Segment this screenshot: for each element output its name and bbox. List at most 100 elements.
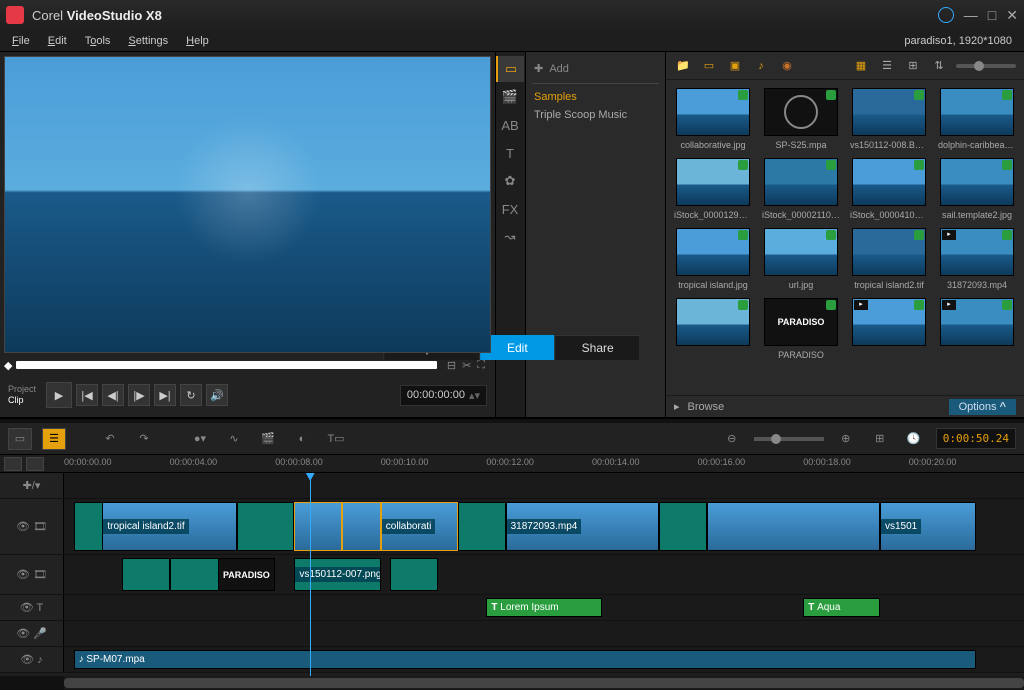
sort-order-icon[interactable]: ⇅ (930, 58, 948, 74)
options-button[interactable]: Options ^ (949, 399, 1016, 415)
title-track-lane[interactable]: T Lorem Ipsum T Aqua (64, 595, 1024, 620)
timeline-mode-button[interactable]: ☰ (42, 428, 66, 450)
preview-timecode[interactable]: 00:00:00:00▴▾ (400, 385, 487, 406)
timeline-clip[interactable]: vs150112-007.png (294, 558, 380, 591)
library-item[interactable]: iStock_000021104321... (762, 158, 840, 220)
show-video-icon[interactable]: ▭ (700, 58, 718, 74)
menu-tools[interactable]: Tools (85, 35, 111, 47)
mixer-button[interactable]: ∿ (222, 428, 246, 450)
voice-track-lane[interactable] (64, 621, 1024, 646)
library-item[interactable]: SP-S25.mpa (762, 88, 840, 150)
timeline-clip[interactable] (237, 502, 295, 551)
go-end-button[interactable]: ▶| (154, 384, 176, 406)
zoom-slider[interactable] (754, 437, 824, 441)
overlay-track-head[interactable]: 👁 🎞 (0, 555, 64, 594)
library-item[interactable]: vs150112-008.BMP (850, 88, 928, 150)
video-track-head[interactable]: 👁 🎞 (0, 499, 64, 554)
timeline-clip[interactable]: T Aqua (803, 598, 880, 617)
timeline-clip[interactable] (294, 502, 342, 551)
video-track-lane[interactable]: tropical island2.tif collaborati 31872093.… (64, 499, 1024, 554)
menu-settings[interactable]: Settings (128, 35, 168, 47)
timeline-clip[interactable] (659, 502, 707, 551)
show-photo-icon[interactable]: ▣ (726, 58, 744, 74)
timeline-clip[interactable]: tropical island2.tif (102, 502, 236, 551)
cut-icon[interactable]: ✂ (462, 359, 471, 372)
track-misc-head[interactable]: ✚/▾ (0, 473, 64, 498)
timeline-clip[interactable] (458, 502, 506, 551)
redo-button[interactable]: ↷ (132, 428, 156, 450)
record-button[interactable]: ●▾ (188, 428, 212, 450)
import-icon[interactable]: 📁 (674, 58, 692, 74)
library-item[interactable]: url.jpg (762, 228, 840, 290)
auto-music-button[interactable]: 🎬 (256, 428, 280, 450)
tab-share[interactable]: Share (555, 335, 641, 360)
trackmask-button[interactable]: ◐ (290, 428, 314, 450)
menu-file[interactable]: File (12, 35, 30, 47)
library-item[interactable]: ▸31872093.mp4 (938, 228, 1016, 290)
undo-button[interactable]: ↶ (98, 428, 122, 450)
library-item[interactable]: PARADISOPARADISO (762, 298, 840, 360)
view-list-icon[interactable]: ☰ (878, 58, 896, 74)
playhead[interactable] (310, 473, 311, 676)
library-item[interactable]: iStock_000012963183... (674, 158, 752, 220)
volume-button[interactable]: 🔊 (206, 384, 228, 406)
ruler-toggle2[interactable] (26, 457, 44, 471)
timeline-clip[interactable]: 31872093.mp4 (506, 502, 660, 551)
repeat-button[interactable]: ↻ (180, 384, 202, 406)
timeline-clip[interactable]: collaborati (381, 502, 458, 551)
browse-button[interactable]: Browse (688, 401, 725, 413)
library-item[interactable]: tropical island.jpg (674, 228, 752, 290)
library-item[interactable]: dolphin-caribbean-cruis... (938, 88, 1016, 150)
minimize-button[interactable]: — (964, 7, 978, 23)
thumb-size-slider[interactable] (956, 64, 1016, 68)
timeline-clip[interactable] (342, 502, 380, 551)
ruler-toggle1[interactable] (4, 457, 22, 471)
timeline-clip[interactable]: PARADISO (218, 558, 276, 591)
library-item[interactable]: tropical island2.tif (850, 228, 928, 290)
sort-icon[interactable]: ⊞ (904, 58, 922, 74)
storyboard-mode-button[interactable]: ▭ (8, 428, 32, 450)
zoom-out-button[interactable]: ⊖ (720, 428, 744, 450)
prev-frame-button[interactable]: ◀| (102, 384, 124, 406)
title-track-head[interactable]: 👁 T (0, 595, 64, 620)
music-track-head[interactable]: 👁 ♪ (0, 647, 64, 672)
maximize-button[interactable]: □ (988, 7, 996, 23)
show-free-icon[interactable]: ◉ (778, 58, 796, 74)
menu-help[interactable]: Help (186, 35, 209, 47)
timeline-clip[interactable]: T Lorem Ipsum (486, 598, 601, 617)
tab-edit[interactable]: Edit (480, 335, 555, 360)
globe-icon[interactable] (938, 7, 954, 23)
library-item[interactable]: ▸ (850, 298, 928, 360)
timeline-clip[interactable]: ♪ SP-M07.mpa (74, 650, 976, 669)
menu-edit[interactable]: Edit (48, 35, 67, 47)
zoom-in-button[interactable]: ⊕ (834, 428, 858, 450)
library-item[interactable]: collaborative.jpg (674, 88, 752, 150)
timeline-ruler[interactable]: 00:00:00.0000:00:04.0000:00:08.0000:00:1… (0, 455, 1024, 473)
timeline-clip[interactable] (707, 502, 880, 551)
voice-track-head[interactable]: 👁 🎤 (0, 621, 64, 646)
close-button[interactable]: ✕ (1006, 7, 1018, 24)
library-item[interactable]: sail.template2.jpg (938, 158, 1016, 220)
view-thumb-icon[interactable]: ▦ (852, 58, 870, 74)
expand-icon[interactable]: ⛶ (477, 359, 485, 372)
overlay-track-lane[interactable]: PARADISO vs150112-007.png (64, 555, 1024, 594)
timeline-clip[interactable]: vs1501 (880, 502, 976, 551)
mark-in-icon[interactable]: ⊟ (447, 359, 456, 372)
timeline-clip[interactable] (122, 558, 170, 591)
timeline-clip[interactable] (390, 558, 438, 591)
library-item[interactable]: ▸ (938, 298, 1016, 360)
play-button[interactable]: ▶ (46, 382, 72, 408)
project-duration[interactable]: 0:00:50.24 (936, 428, 1016, 449)
library-item[interactable]: iStock_000041040144... (850, 158, 928, 220)
preview-viewport[interactable] (4, 56, 491, 353)
music-track-lane[interactable]: ♪ SP-M07.mpa (64, 647, 1024, 672)
show-audio-icon[interactable]: ♪ (752, 58, 770, 74)
playback-mode[interactable]: Project Clip (8, 384, 36, 406)
next-frame-button[interactable]: |▶ (128, 384, 150, 406)
library-item[interactable] (674, 298, 752, 360)
fit-button[interactable]: ⊞ (868, 428, 892, 450)
timeline-scrollbar[interactable] (0, 676, 1024, 690)
browse-icon[interactable]: ▸ (674, 400, 680, 413)
go-start-button[interactable]: |◀ (76, 384, 98, 406)
subtitle-button[interactable]: T▭ (324, 428, 348, 450)
